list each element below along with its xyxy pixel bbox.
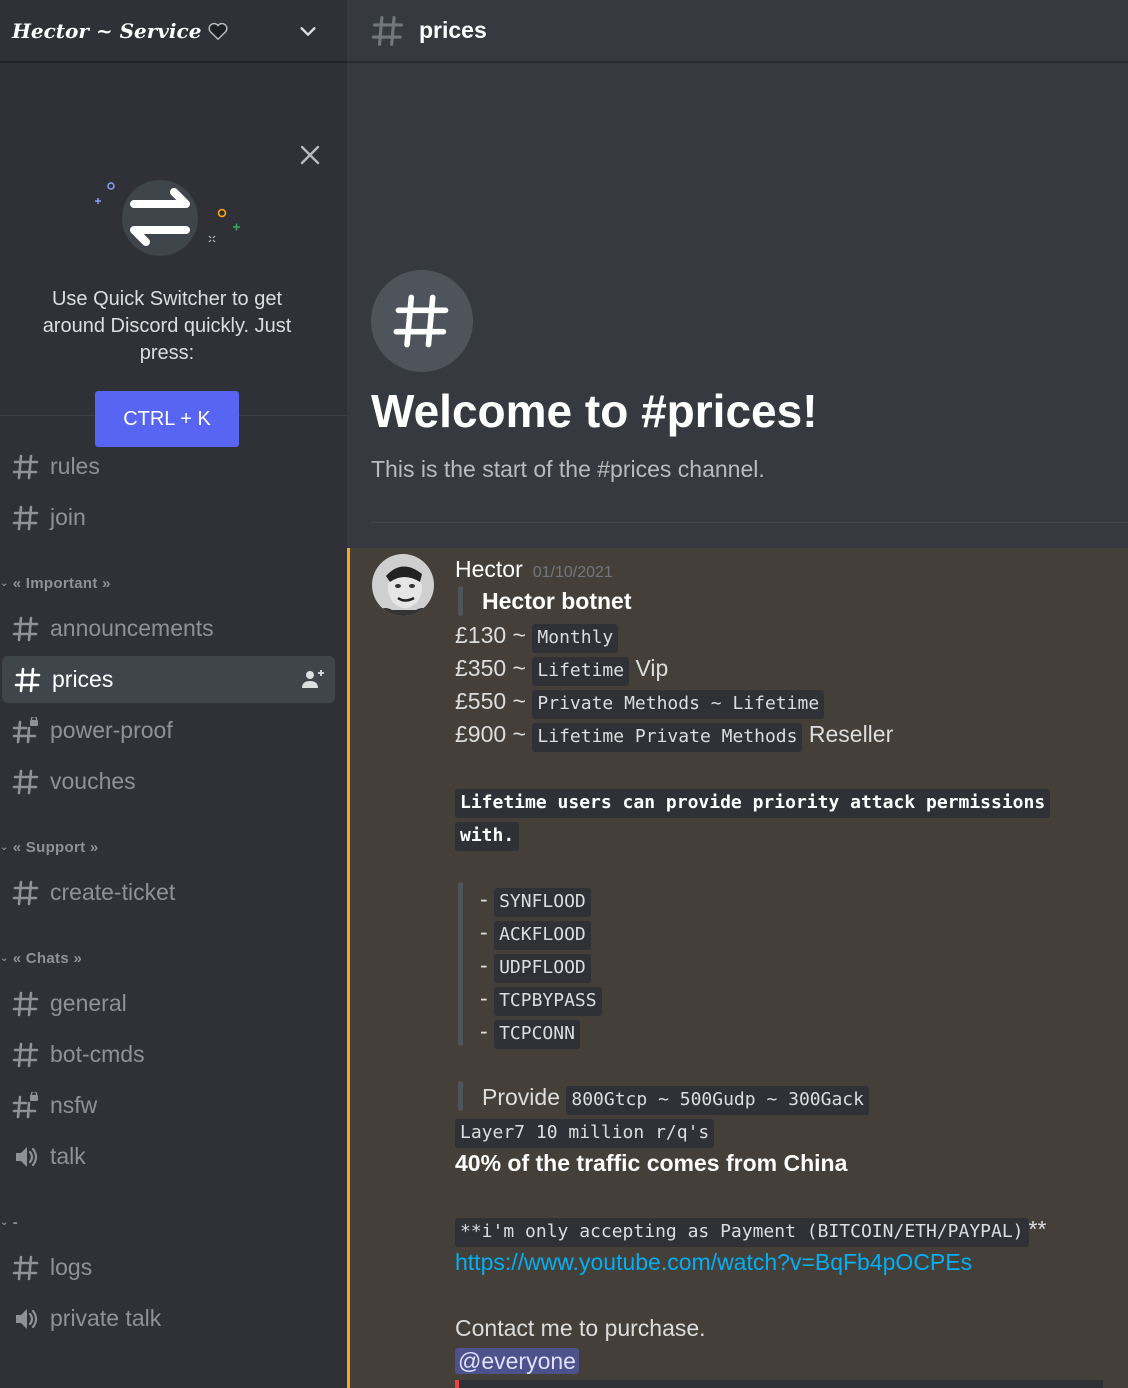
notice-line-2: with. [455,820,520,851]
hash-icon [12,616,39,641]
hash-locked-icon [12,716,40,743]
channel-title: prices [419,17,487,43]
blockquote-bar [458,586,463,616]
method-item: - TCPCONN [480,1018,580,1049]
channel-general[interactable]: general [0,980,335,1027]
quick-switcher-text: Use Quick Switcher to get around Discord… [42,288,292,364]
price-line-vip: £350 ~ Lifetime Vip [455,655,668,686]
payment-line: **i'm only accepting as Payment (BITCOIN… [455,1216,1046,1247]
layer7-line: Layer7 10 million r/q's [455,1117,715,1148]
youtube-link[interactable]: https://www.youtube.com/watch?v=BqFb4pOC… [455,1249,972,1276]
channel-sidebar: Hector ~ Service Use Quick Switcher to g… [0,0,347,1388]
channel-nsfw[interactable]: nsfw [0,1082,335,1129]
blockquote-bar [458,1081,463,1111]
hash-icon [12,769,39,794]
hash-icon [12,454,39,479]
blockquote-bar [458,882,463,1046]
category-misc[interactable]: ⌄ - [0,1214,18,1231]
quick-switcher-tip: Use Quick Switcher to get around Discord… [0,62,347,447]
message-author[interactable]: Hector [455,556,523,582]
hash-icon [12,505,39,530]
price-line-private: £550 ~ Private Methods ~ Lifetime [455,688,825,719]
channel-hash-badge [371,270,473,372]
method-item: - SYNFLOOD [480,886,591,917]
channel-logs[interactable]: logs [0,1244,335,1291]
everyone-mention-line: @everyone [455,1348,579,1375]
channel-prices[interactable]: prices [2,656,335,703]
category-support[interactable]: ⌄ « Support » [0,839,99,856]
hash-icon [12,1255,39,1280]
message: Hector 01/10/2021 Hector botnet £130 ~ Mo… [347,548,1128,1388]
channel-talk[interactable]: talk [0,1133,335,1180]
channel-vouches[interactable]: vouches [0,758,335,805]
channel-join[interactable]: join [0,494,335,541]
avatar[interactable] [372,554,434,616]
quick-switcher-shortcut-button[interactable]: CTRL + K [95,391,239,447]
traffic-line: 40% of the traffic comes from China [455,1150,848,1176]
message-title: Hector botnet [482,588,632,614]
message-header: Hector 01/10/2021 [455,556,613,583]
divider [371,522,1128,523]
quick-switcher-illustration [95,180,240,256]
close-icon[interactable] [299,144,321,166]
channel-rules[interactable]: rules [0,443,335,490]
hash-icon [12,880,39,905]
method-item: - ACKFLOOD [480,919,591,950]
speaker-icon [14,1145,38,1168]
method-item: - TCPBYPASS [480,985,602,1016]
channel-power-proof[interactable]: power-proof [0,707,335,754]
category-important[interactable]: ⌄ « Important » [0,575,111,592]
channel-announcements[interactable]: announcements [0,605,335,652]
heart-icon [208,22,228,40]
server-name[interactable]: Hector ~ Service [12,19,297,43]
chevron-down-icon: ⌄ [0,578,9,589]
embed-edge [455,1380,1103,1388]
hash-icon [392,291,452,351]
welcome-title: Welcome to #prices! [371,385,818,437]
price-line-monthly: £130 ~ Monthly [455,622,619,653]
hash-icon [12,991,39,1016]
channel-create-ticket[interactable]: create-ticket [0,869,335,916]
notice-line-1: Lifetime users can provide priority atta… [455,787,1051,818]
hash-icon [12,1042,39,1067]
channel-header: prices [347,0,1128,62]
provide-line: Provide 800Gtcp ~ 500Gudp ~ 300Gack [482,1084,869,1115]
everyone-mention[interactable]: @everyone [455,1348,579,1374]
speaker-icon [14,1307,38,1330]
price-line-reseller: £900 ~ Lifetime Private Methods Reseller [455,721,893,752]
add-user-icon[interactable] [301,668,325,690]
method-item: - UDPFLOOD [480,952,591,983]
chevron-down-icon: ⌄ [0,1217,9,1228]
chevron-down-icon[interactable] [297,20,319,42]
hash-icon [371,15,403,46]
chevron-down-icon: ⌄ [0,842,9,853]
contact-line: Contact me to purchase. [455,1315,706,1341]
hash-locked-icon [12,1091,40,1118]
chevron-down-icon: ⌄ [0,953,9,964]
hash-icon [14,667,41,692]
server-header[interactable]: Hector ~ Service [0,0,347,62]
channel-bot-cmds[interactable]: bot-cmds [0,1031,335,1078]
message-timestamp: 01/10/2021 [532,564,613,581]
category-chats[interactable]: ⌄ « Chats » [0,950,82,967]
channel-private-talk[interactable]: private talk [0,1295,335,1342]
welcome-subtitle: This is the start of the #prices channel… [371,456,765,482]
